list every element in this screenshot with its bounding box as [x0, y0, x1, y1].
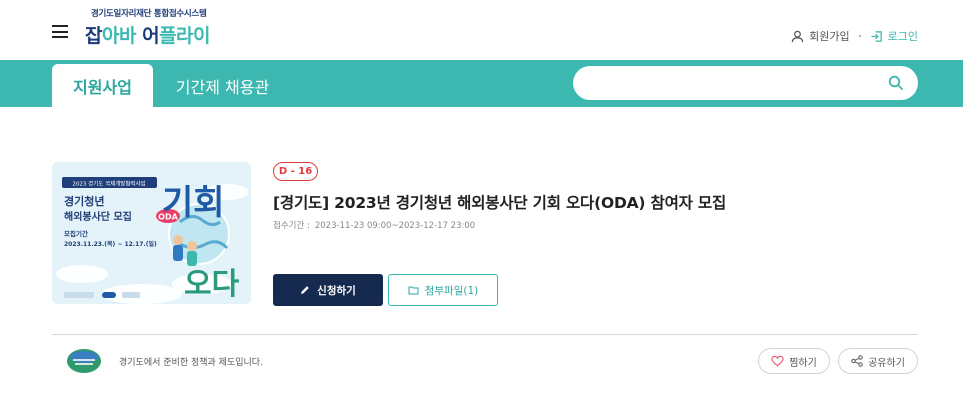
poster-headline1: 경기청년: [64, 194, 104, 208]
poster-period-title: 모집기간: [64, 229, 88, 238]
program-poster[interactable]: ODA 기회 오다 2023 경기도 국제개발협력사업 경기청년 해외봉사단 모…: [52, 162, 251, 304]
gyeonggi-policy-logo: [67, 349, 101, 373]
poster-period-dates: 2023.11.23.(목) ~ 12.17.(일): [64, 240, 157, 248]
period-value: 2023-11-23 09:00~2023-12-17 23:00: [314, 221, 476, 231]
heart-icon: [771, 355, 784, 367]
pencil-icon: [301, 286, 309, 294]
login-link[interactable]: 로그인: [870, 28, 918, 44]
period-label: 접수기간 :: [273, 221, 310, 231]
apply-button[interactable]: 신청하기: [273, 274, 383, 306]
poster-big-text2: 오다: [184, 267, 240, 302]
site-logo[interactable]: 경기도일자리재단 통합접수시스템 잡아바 어플라이: [85, 7, 255, 47]
search-input[interactable]: [587, 73, 877, 93]
account-links: 회원가입 로그인: [791, 28, 918, 44]
menu-icon[interactable]: [52, 25, 68, 38]
site-header: 경기도일자리재단 통합접수시스템 잡아바 어플라이 회원가입 로그인: [0, 0, 963, 60]
like-label: 찜하기: [789, 357, 817, 369]
signup-label: 회원가입: [809, 30, 850, 43]
poster-tag: 2023 경기도 국제개발협력사업: [72, 180, 145, 188]
logo-wordmark: 잡아바 어플라이: [85, 25, 211, 47]
tab-temporary-jobs[interactable]: 기간제 채용관: [170, 64, 275, 107]
link-separator: [858, 35, 861, 37]
main-nav: 지원사업 기간제 채용관: [0, 60, 963, 107]
section-divider: [52, 334, 918, 335]
share-icon: [851, 355, 863, 367]
search-box: [573, 66, 918, 100]
like-button[interactable]: 찜하기: [758, 348, 830, 374]
logo-subtitle: 경기도일자리재단 통합접수시스템: [91, 9, 207, 19]
signup-link[interactable]: 회원가입: [791, 28, 850, 44]
folder-icon: [408, 286, 419, 295]
attachment-button[interactable]: 첨부파일(1): [388, 274, 498, 306]
poster-illustration: ODA 기회 오다 2023 경기도 국제개발협력사업 경기청년 해외봉사단 모…: [52, 162, 251, 304]
poster-headline2: 해외봉사단 모집: [64, 210, 132, 223]
share-button[interactable]: 공유하기: [838, 348, 918, 374]
application-period: 접수기간 : 2023-11-23 09:00~2023-12-17 23:00: [273, 219, 475, 231]
program-title[interactable]: [경기도] 2023년 경기청년 해외봉사단 기회 오다(ODA) 참여자 모집: [273, 191, 726, 213]
share-label: 공유하기: [868, 357, 905, 369]
search-icon[interactable]: [888, 75, 904, 91]
poster-big-text1: 기회: [162, 183, 225, 223]
user-icon: [791, 30, 804, 42]
apply-label: 신청하기: [317, 284, 356, 297]
dday-badge: D - 16: [273, 162, 318, 181]
attachment-label: 첨부파일(1): [424, 284, 479, 297]
login-label: 로그인: [887, 30, 918, 43]
policy-notice: 경기도에서 준비한 정책과 제도입니다.: [119, 358, 263, 368]
login-icon: [871, 30, 882, 42]
tab-support-programs[interactable]: 지원사업: [52, 64, 153, 107]
